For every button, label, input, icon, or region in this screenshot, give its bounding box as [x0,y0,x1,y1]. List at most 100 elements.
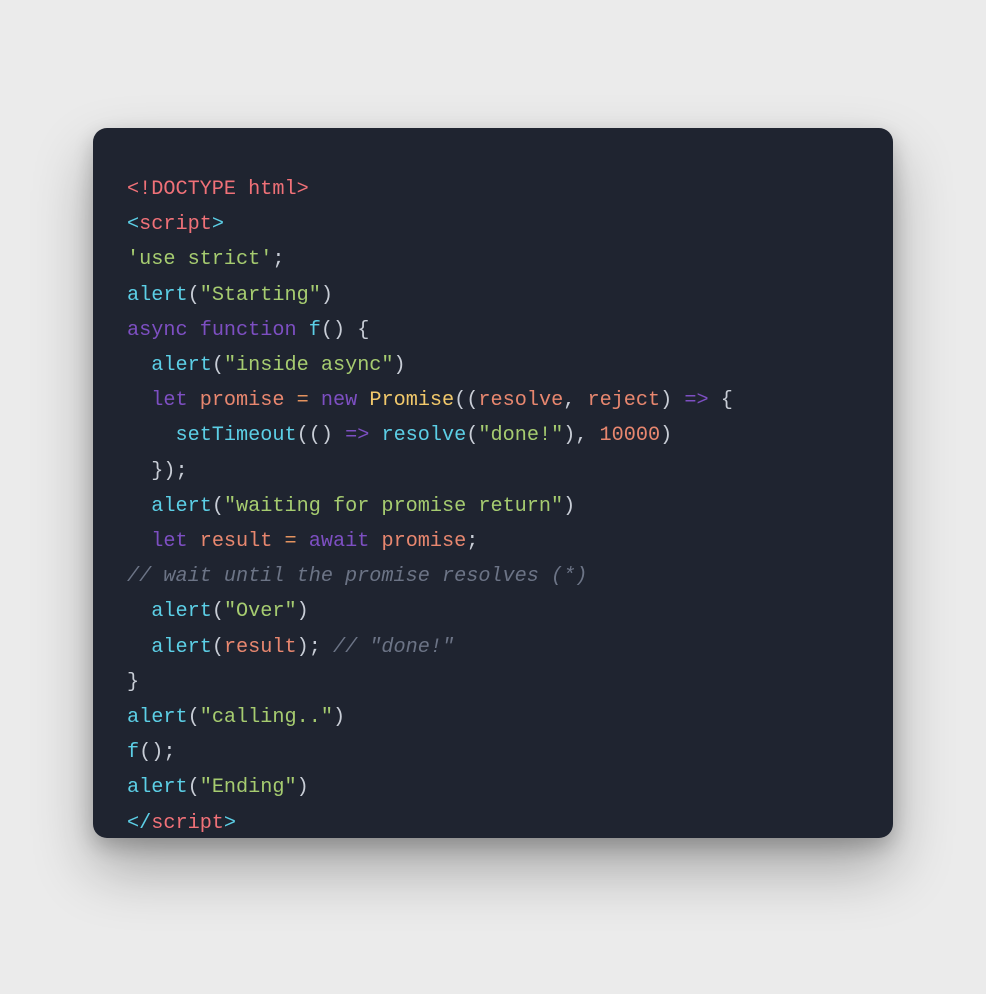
code-token: ( [188,284,200,307]
code-token: { [709,389,733,412]
code-token: ; [272,248,284,271]
code-line: alert("Starting") [127,284,333,307]
code-token [297,530,309,553]
code-token: ), [563,424,599,447]
code-token [285,389,297,412]
code-token: resolve [381,424,466,447]
code-token: result [224,636,297,659]
code-token: () { [321,319,369,342]
code-token: ) [660,424,672,447]
code-token: ) [660,389,684,412]
code-token: (); [139,741,175,764]
code-token: setTimeout [175,424,296,447]
code-line: // wait until the promise resolves (*) [127,565,587,588]
code-token: ( [212,354,224,377]
code-token [297,319,309,342]
code-token: "Over" [224,600,297,623]
code-line: } [127,671,139,694]
code-token: > [212,213,224,236]
code-token: } [127,671,139,694]
code-token: alert [127,284,188,307]
code-token: ( [212,636,224,659]
code-line: alert("waiting for promise return") [127,495,575,518]
code-token: script [151,812,224,835]
code-line: alert("calling..") [127,706,345,729]
code-token: > [224,812,236,835]
code-token: alert [151,600,212,623]
code-token [127,600,151,623]
code-token: await [309,530,370,553]
code-token [369,530,381,553]
code-token: ) [394,354,406,377]
code-line: <!DOCTYPE html> [127,178,309,201]
code-token: = [285,530,297,553]
code-token: ; [466,530,478,553]
code-token: new [321,389,357,412]
code-token: 'use strict' [127,248,272,271]
code-line: alert(result); // "done!" [127,636,454,659]
code-token: let [151,530,187,553]
code-line: f(); [127,741,175,764]
code-block[interactable]: <!DOCTYPE html> <script> 'use strict'; a… [127,172,859,841]
code-token: => [345,424,369,447]
code-token [127,389,151,412]
code-token: 10000 [600,424,661,447]
code-token: alert [151,495,212,518]
code-line: alert("Ending") [127,776,309,799]
code-line: alert("inside async") [127,354,406,377]
code-token: promise [381,530,466,553]
code-token: ( [188,776,200,799]
code-token [127,354,151,377]
code-line: let result = await promise; [127,530,478,553]
code-token: <!DOCTYPE html> [127,178,309,201]
code-line: <script> [127,213,224,236]
code-token: ) [563,495,575,518]
code-token: promise [200,389,285,412]
code-token: alert [127,776,188,799]
code-token: "done!" [478,424,563,447]
code-token: Promise [369,389,454,412]
code-line: }); [127,460,188,483]
code-token: ) [321,284,333,307]
code-token: }); [127,460,188,483]
code-token: ) [297,776,309,799]
code-token: => [684,389,708,412]
code-token: = [297,389,309,412]
code-token: alert [127,706,188,729]
code-token [127,636,151,659]
code-token: ( [212,495,224,518]
code-line: 'use strict'; [127,248,285,271]
code-token: ( [212,600,224,623]
code-token: (( [454,389,478,412]
code-token: result [200,530,273,553]
code-token: function [200,319,297,342]
code-token [369,424,381,447]
code-token [188,530,200,553]
code-token: alert [151,354,212,377]
code-token: , [563,389,587,412]
code-token [272,530,284,553]
code-token: // "done!" [333,636,454,659]
code-token: "calling.." [200,706,333,729]
code-token: resolve [478,389,563,412]
code-token: ( [188,706,200,729]
code-token: // wait until the promise resolves (*) [127,565,587,588]
code-card: <!DOCTYPE html> <script> 'use strict'; a… [93,128,893,838]
code-line: async function f() { [127,319,369,342]
code-token [188,389,200,412]
code-token: "Starting" [200,284,321,307]
code-token: f [309,319,321,342]
code-line: let promise = new Promise((resolve, reje… [127,389,733,412]
code-token [309,389,321,412]
code-token: "waiting for promise return" [224,495,563,518]
code-token: f [127,741,139,764]
code-token: ); [297,636,333,659]
code-token: (() [297,424,345,447]
code-token: "Ending" [200,776,297,799]
code-token [127,495,151,518]
code-token [188,319,200,342]
code-token: ) [333,706,345,729]
code-line: </script> [127,812,236,835]
code-token [357,389,369,412]
code-token: < [127,213,139,236]
